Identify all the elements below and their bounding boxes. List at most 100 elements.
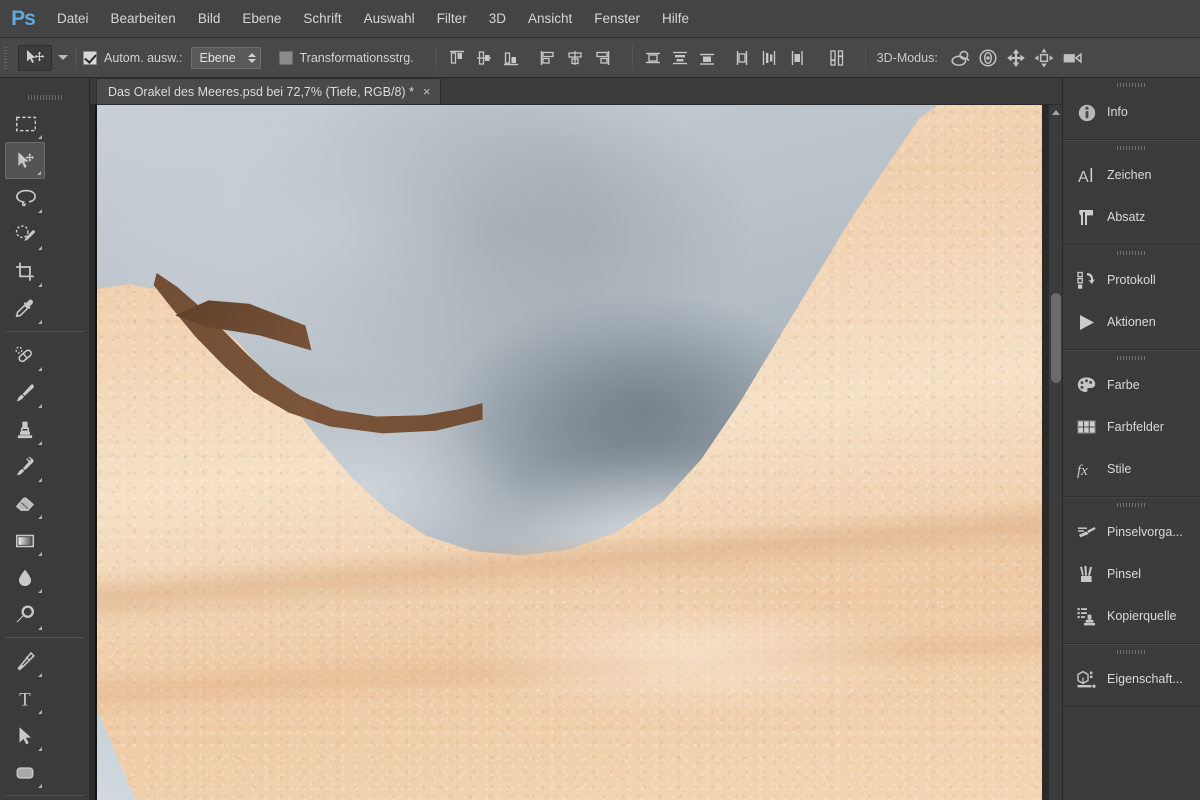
panel-tab-kopierquelle[interactable]: Kopierquelle <box>1063 595 1200 637</box>
menu-item-bild[interactable]: Bild <box>187 0 232 38</box>
menu-item-filter[interactable]: Filter <box>426 0 478 38</box>
distribute-top-edges-button[interactable] <box>640 44 667 72</box>
panel-tab-stile[interactable]: fx Stile <box>1063 448 1200 490</box>
menu-item-schrift[interactable]: Schrift <box>292 0 352 38</box>
canvas-area[interactable] <box>90 105 1062 800</box>
move-tool <box>18 151 34 168</box>
eyedropper-tool[interactable] <box>5 290 45 327</box>
menu-item-bearbeiten[interactable]: Bearbeiten <box>100 0 187 38</box>
align-horizontal-centers-button[interactable] <box>562 44 589 72</box>
pen-tool[interactable] <box>5 643 45 680</box>
vertical-scrollbar-thumb[interactable] <box>1051 292 1061 383</box>
dock-group-grip[interactable] <box>1063 498 1200 511</box>
history-brush-tool[interactable] <box>5 448 45 485</box>
crop-tool[interactable] <box>5 253 45 290</box>
dock-group-grip[interactable] <box>1063 351 1200 364</box>
align-bottom-edges-button[interactable] <box>498 44 525 72</box>
align-vertical-centers-button[interactable] <box>471 44 498 72</box>
gradient-tool <box>15 534 35 547</box>
rounded-rectangle-tool[interactable] <box>5 754 45 791</box>
move-tool-icon <box>27 49 45 63</box>
dock-group-grip[interactable] <box>1063 645 1200 658</box>
panel-tab-absatz[interactable]: Absatz <box>1063 196 1200 238</box>
transform-controls-label: Transformationsstrg. <box>299 50 414 65</box>
distribute-left-edges-button[interactable] <box>729 44 756 72</box>
panel-tab-farbe[interactable]: Farbe <box>1063 364 1200 406</box>
active-tool-preview[interactable] <box>18 44 52 71</box>
distribute-vertical-centers-button[interactable] <box>667 44 694 72</box>
3d-camera-button[interactable] <box>1058 44 1086 72</box>
styles-fx-icon: fx <box>1077 463 1088 479</box>
horizontal-type-tool[interactable]: T <box>5 680 45 717</box>
scroll-up-arrow-icon[interactable] <box>1051 110 1060 115</box>
tools-panel-grip[interactable] <box>27 95 62 100</box>
menu-item-ebene[interactable]: Ebene <box>231 0 292 38</box>
3d-orbit-button[interactable] <box>946 44 974 72</box>
menu-item-fenster[interactable]: Fenster <box>583 0 651 38</box>
panel-tab-farbfelder[interactable]: Farbfelder <box>1063 406 1200 448</box>
distribute-horizontal-centers-button[interactable] <box>756 44 783 72</box>
align-top-edges-button[interactable] <box>444 44 471 72</box>
menu-item-ansicht[interactable]: Ansicht <box>517 0 583 38</box>
auto-select-check-box[interactable] <box>83 50 97 65</box>
3d-slide <box>1034 48 1054 67</box>
tool-group-selection <box>0 105 89 327</box>
3d-roll-button[interactable] <box>974 44 1002 72</box>
spot-healing-brush-tool[interactable] <box>5 337 45 374</box>
3d-slide-button[interactable] <box>1030 44 1058 72</box>
distribute-bottom-edges <box>700 53 715 65</box>
clone-stamp-tool[interactable] <box>5 411 45 448</box>
panel-tab-protokoll[interactable]: Protokoll <box>1063 259 1200 301</box>
history-brush-tool <box>16 456 34 475</box>
panel-tab-aktionen[interactable]: Aktionen <box>1063 301 1200 343</box>
auto-select-checkbox[interactable]: Autom. ausw.: <box>83 50 183 65</box>
document-image[interactable] <box>95 105 1042 800</box>
distribute-right-edges <box>791 50 803 65</box>
rectangular-marquee-tool[interactable] <box>5 105 45 142</box>
options-bar-grip[interactable] <box>4 46 13 69</box>
3d-roll <box>979 48 997 67</box>
panel-tab-zeichen[interactable]: A Zeichen <box>1063 154 1200 196</box>
menu-item-3d[interactable]: 3D <box>478 0 517 38</box>
3d-pan-button[interactable] <box>1002 44 1030 72</box>
menu-item-auswahl[interactable]: Auswahl <box>353 0 426 38</box>
transform-controls-check-box[interactable] <box>278 50 293 65</box>
dodge-tool[interactable] <box>5 596 45 633</box>
align-right-edges-button[interactable] <box>589 44 616 72</box>
dock-group-grip[interactable] <box>1063 78 1200 91</box>
path-selection-tool[interactable] <box>5 717 45 754</box>
panel-tab-pinselvorga[interactable]: Pinselvorga... <box>1063 511 1200 553</box>
svg-text:fx: fx <box>1077 463 1088 479</box>
dock-group-5: Eigenschaft... <box>1063 644 1200 707</box>
gradient-tool[interactable] <box>5 522 45 559</box>
distribute-right-edges-button[interactable] <box>783 44 810 72</box>
dock-group-grip[interactable] <box>1063 141 1200 154</box>
quick-selection-tool[interactable] <box>5 216 45 253</box>
tool-preset-picker-caret[interactable] <box>58 55 68 60</box>
panel-tab-eigenschaft[interactable]: Eigenschaft... <box>1063 658 1200 700</box>
tools-panel-header[interactable] <box>0 78 89 105</box>
document-tab[interactable]: Das Orakel des Meeres.psd bei 72,7% (Tie… <box>96 78 441 104</box>
menu-item-datei[interactable]: Datei <box>46 0 100 38</box>
panel-tab-pinsel[interactable]: Pinsel <box>1063 553 1200 595</box>
transform-controls-checkbox[interactable]: Transformationsstrg. <box>278 50 414 65</box>
blur-tool[interactable] <box>5 559 45 596</box>
rectangular-marquee-tool <box>15 116 36 131</box>
brush-tool[interactable] <box>5 374 45 411</box>
dock-group-grip[interactable] <box>1063 246 1200 259</box>
lasso-tool[interactable] <box>5 179 45 216</box>
quick-selection-tool <box>15 224 36 241</box>
align-left-edges-button[interactable] <box>535 44 562 72</box>
options-separator-4 <box>864 44 866 71</box>
vertical-scrollbar[interactable] <box>1048 105 1062 800</box>
tool-submenu-indicator <box>38 404 42 408</box>
distribute-bottom-edges-button[interactable] <box>694 44 721 72</box>
eraser-tool[interactable] <box>5 485 45 522</box>
auto-select-scope-dropdown[interactable]: Ebene <box>190 46 261 69</box>
align-distribute-options-button[interactable] <box>824 44 851 72</box>
panel-tab-info[interactable]: Info <box>1063 91 1200 133</box>
panel-tab-label: Farbfelder <box>1107 420 1164 434</box>
menu-item-hilfe[interactable]: Hilfe <box>651 0 700 38</box>
move-tool[interactable] <box>5 142 45 179</box>
close-icon[interactable]: × <box>423 85 431 98</box>
